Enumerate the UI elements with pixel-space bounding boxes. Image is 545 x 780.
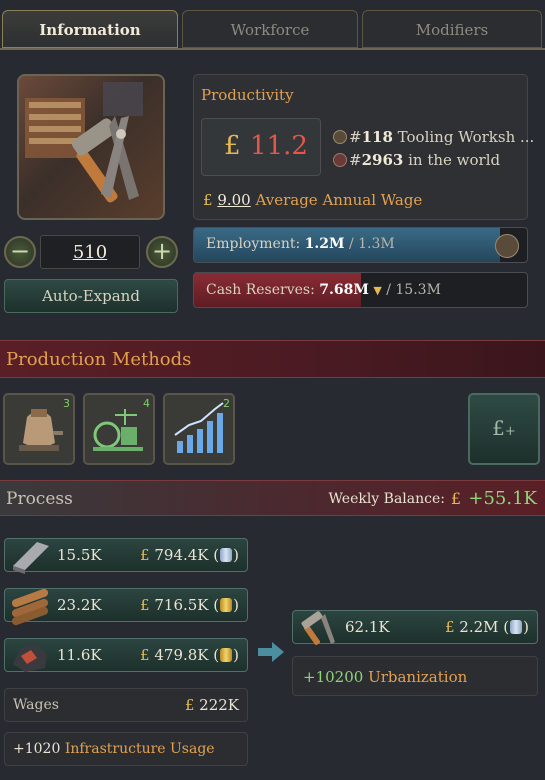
pm-slot-3[interactable]: 2 bbox=[163, 393, 235, 465]
level-field[interactable]: 510 bbox=[40, 235, 140, 269]
cash-reserves-bar[interactable]: Cash Reserves: 7.68M ▼ / 15.3M bbox=[193, 272, 528, 308]
auto-expand-button[interactable]: Auto-Expand bbox=[4, 279, 178, 313]
coal-icon bbox=[13, 644, 47, 672]
currency-symbol: £ bbox=[224, 131, 241, 161]
input-good-steel[interactable]: 15.5K £ 794.4K () bbox=[4, 538, 248, 574]
urbanization-row: +10200 Urbanization bbox=[292, 656, 538, 696]
output-good-tools[interactable]: 62.1K £ 2.2M () bbox=[292, 610, 538, 645]
productivity-value-box: £ 11.2 bbox=[201, 118, 321, 176]
decrease-level-button[interactable]: − bbox=[4, 236, 36, 268]
tools-icon bbox=[301, 611, 335, 645]
wood-icon bbox=[11, 588, 49, 626]
tab-workforce[interactable]: Workforce bbox=[182, 10, 358, 48]
silver-coin-icon bbox=[220, 548, 233, 562]
process-arrow-icon bbox=[256, 640, 286, 664]
input-good-coal[interactable]: 11.6K £ 479.8K () bbox=[4, 638, 248, 672]
productivity-value: 11.2 bbox=[250, 131, 308, 161]
input-good-wood[interactable]: 23.2K £ 716.5K () bbox=[4, 588, 248, 626]
pm-slot-1[interactable]: 3 bbox=[3, 393, 75, 465]
tab-information[interactable]: Information bbox=[2, 10, 178, 48]
steel-icon bbox=[13, 542, 49, 574]
tab-divider bbox=[0, 48, 545, 50]
pop-icon bbox=[495, 234, 519, 258]
productivity-title: Productivity bbox=[201, 86, 294, 104]
increase-level-button[interactable]: + bbox=[146, 236, 178, 268]
production-methods-header: Production Methods bbox=[0, 340, 545, 378]
silver-coin-icon bbox=[510, 620, 523, 634]
finance-button[interactable]: £+ bbox=[468, 393, 540, 465]
gold-coin-icon bbox=[220, 648, 233, 662]
employment-bar[interactable]: Employment: 1.2M / 1.3M bbox=[193, 227, 528, 263]
gold-coin-icon bbox=[220, 598, 233, 612]
cash-text: Cash Reserves: 7.68M ▼ / 15.3M bbox=[206, 282, 441, 298]
rank-icon bbox=[333, 130, 347, 144]
pm-slot-2[interactable]: 4 bbox=[83, 393, 155, 465]
globe-icon bbox=[333, 153, 347, 167]
tab-modifiers[interactable]: Modifiers bbox=[362, 10, 542, 48]
average-wage: £ 9.00 Average Annual Wage bbox=[203, 191, 423, 209]
hammer-pliers-icon bbox=[25, 82, 143, 203]
building-image bbox=[17, 74, 165, 220]
rank-world: #2963 in the world bbox=[333, 151, 500, 169]
process-header: Process Weekly Balance: £ +55.1K bbox=[0, 480, 545, 516]
infrastructure-row: +1020 Infrastructure Usage bbox=[4, 732, 248, 766]
rank-local: #118 Tooling Worksh ... bbox=[333, 128, 534, 146]
wages-row: Wages £ 222K bbox=[4, 688, 248, 722]
employment-text: Employment: 1.2M / 1.3M bbox=[206, 236, 395, 252]
